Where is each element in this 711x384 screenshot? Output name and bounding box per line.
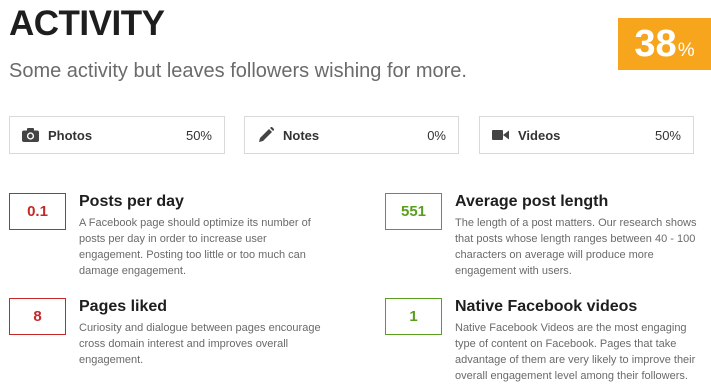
metric-description: A Facebook page should optimize its numb… bbox=[79, 217, 311, 277]
media-value-videos: 50% bbox=[654, 127, 681, 143]
media-card-photos: Photos 50% bbox=[9, 116, 225, 154]
media-card-videos: Videos 50% bbox=[479, 116, 694, 154]
camera-icon bbox=[22, 127, 39, 144]
metric-title: Native Facebook videos bbox=[455, 298, 638, 315]
media-label-notes: Notes bbox=[283, 127, 320, 143]
page-title: ACTIVITY bbox=[9, 4, 165, 43]
video-camera-icon bbox=[492, 127, 509, 144]
score-badge: 38 % bbox=[618, 18, 711, 70]
score-value: 38 bbox=[634, 23, 677, 65]
metric-title: Posts per day bbox=[79, 193, 184, 210]
page-subtitle: Some activity but leaves followers wishi… bbox=[9, 60, 467, 82]
metric-description: The length of a post matters. Our resear… bbox=[455, 217, 697, 277]
pencil-icon bbox=[257, 127, 274, 144]
metric-title: Pages liked bbox=[79, 298, 168, 315]
metric-value-box: 551 bbox=[385, 193, 442, 230]
media-card-notes: Notes 0% bbox=[244, 116, 459, 154]
metric-title: Average post length bbox=[455, 193, 609, 210]
score-unit: % bbox=[677, 40, 695, 61]
metric-value-box: 8 bbox=[9, 298, 66, 335]
media-label-photos: Photos bbox=[48, 127, 93, 143]
metric-description: Curiosity and dialogue between pages enc… bbox=[79, 322, 321, 366]
metric-value-box: 1 bbox=[385, 298, 442, 335]
media-label-videos: Videos bbox=[518, 127, 561, 143]
metric-value-box: 0.1 bbox=[9, 193, 66, 230]
media-value-notes: 0% bbox=[427, 127, 446, 143]
media-value-photos: 50% bbox=[185, 127, 212, 143]
metric-description: Native Facebook Videos are the most enga… bbox=[455, 322, 696, 382]
